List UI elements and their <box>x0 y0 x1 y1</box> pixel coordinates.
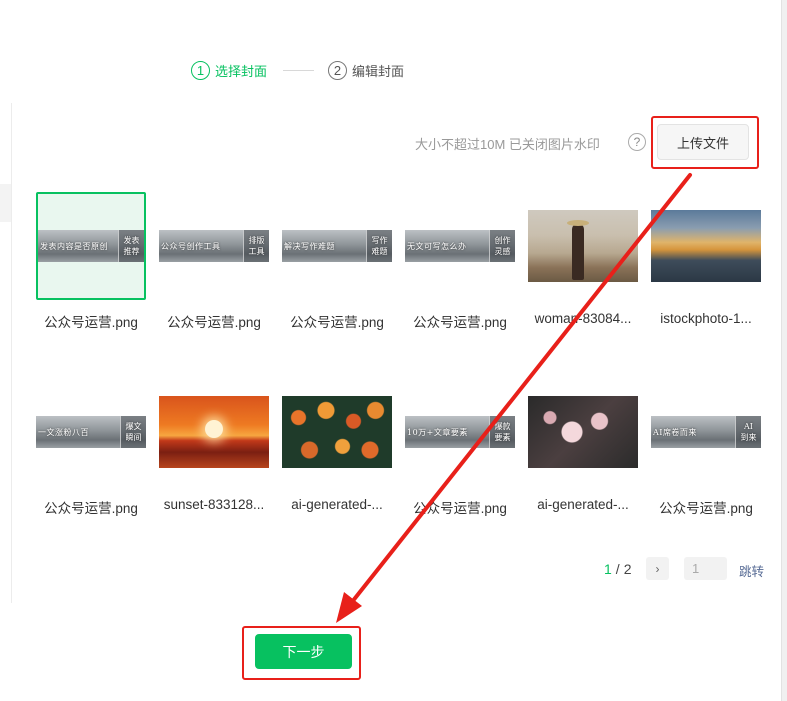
banner-text: 公众号创作工具 <box>161 241 221 251</box>
step-connector <box>283 69 315 71</box>
banner-text: AI席卷而来 <box>653 427 697 437</box>
pagination: 1 / 2 <box>604 557 631 581</box>
thumbnail-frame[interactable]: 解决写作难题 写作难题 <box>282 192 392 300</box>
banner-side-label: 爆文 瞬间 <box>120 416 146 448</box>
next-step-button[interactable]: 下一步 <box>255 634 352 669</box>
image-filename: 公众号运营.png <box>167 315 261 330</box>
banner-side-line: 灵感 <box>494 247 511 256</box>
banner-side-label: 爆款 要素 <box>489 416 515 448</box>
upload-hint: 大小不超过10M 已关闭图片水印 <box>415 137 600 152</box>
thumbnail-image <box>282 396 392 468</box>
step-indicator: 1 选择封面 2 编辑封面 <box>191 59 404 81</box>
help-icon[interactable]: ? <box>628 133 646 151</box>
current-page: 1 <box>604 561 612 577</box>
step-select-cover: 1 选择封面 <box>191 60 268 80</box>
selected-thumbnail-frame[interactable]: 发表内容是否原创 发表 推荐 <box>36 192 146 300</box>
banner-side-label: 排版 工具 <box>243 230 269 262</box>
step-number-icon: 1 <box>191 60 210 80</box>
step-number-icon: 2 <box>328 60 348 80</box>
thumbnail-frame[interactable] <box>282 378 392 486</box>
thumbnail-image <box>528 210 638 282</box>
image-filename: sunset-833128... <box>163 497 265 512</box>
image-filename: 公众号运营.png <box>44 501 138 516</box>
image-tile[interactable]: istockphoto-1... <box>651 192 761 331</box>
step-edit-cover: 2 编辑封面 <box>328 60 405 80</box>
image-tile[interactable]: AI席卷而来 AI 到来公众号运营.png <box>651 378 761 517</box>
step-label: 选择封面 <box>215 63 268 79</box>
image-tile[interactable]: ai-generated-... <box>282 378 392 517</box>
banner-side-line: 难题 <box>371 247 388 256</box>
banner-side-label: 发表 推荐 <box>118 230 144 262</box>
scrollbar-track[interactable] <box>781 0 787 701</box>
image-grid: 发表内容是否原创 发表 推荐 公众号运营.png 公众号创作工具 排版 工具 公众号运营.pn… <box>36 192 761 517</box>
image-tile[interactable]: 无文可写怎么办 创作灵感公众号运营.png <box>405 192 515 331</box>
upload-file-button[interactable]: 上传文件 <box>657 124 749 160</box>
thumbnail-image: 无文可写怎么办 创作灵感 <box>405 230 515 262</box>
banner-text: 无文可写怎么办 <box>407 241 467 251</box>
thumbnail-frame[interactable]: 10万+文章要素 爆款要素 <box>405 378 515 486</box>
side-panel-edge <box>0 184 11 222</box>
page-separator: / <box>615 561 620 577</box>
banner-side-line: 工具 <box>248 247 265 256</box>
image-filename: ai-generated-... <box>537 497 629 512</box>
banner-side-line: 爆文 <box>125 422 142 431</box>
thumbnail-image: 10万+文章要素 爆款要素 <box>405 416 515 448</box>
banner-side-line: 排版 <box>248 236 265 245</box>
image-tile[interactable]: 解决写作难题 写作难题公众号运营.png <box>282 192 392 331</box>
image-filename: 公众号运营.png <box>413 315 507 330</box>
image-tile[interactable]: 发表内容是否原创 发表 推荐 公众号运营.png <box>36 192 146 331</box>
thumbnail-frame[interactable] <box>528 192 638 300</box>
image-tile[interactable]: 10万+文章要素 爆款要素公众号运营.png <box>405 378 515 517</box>
banner-side-label: AI 到来 <box>735 416 761 448</box>
thumbnail-frame[interactable] <box>651 192 761 300</box>
image-filename: istockphoto-1... <box>660 311 752 326</box>
step-label: 编辑封面 <box>352 63 405 79</box>
thumbnail-image <box>159 396 269 468</box>
banner-text: 解决写作难题 <box>284 241 335 251</box>
image-filename: woman-83084... <box>534 311 632 326</box>
divider <box>11 103 12 603</box>
thumbnail-frame[interactable]: AI席卷而来 AI 到来 <box>651 378 761 486</box>
image-filename: ai-generated-... <box>291 497 383 512</box>
image-tile[interactable]: ai-generated-... <box>528 378 638 517</box>
page-number-input[interactable] <box>684 557 727 580</box>
thumbnail-image: AI席卷而来 AI 到来 <box>651 416 761 448</box>
image-filename: 公众号运营.png <box>659 501 753 516</box>
image-tile[interactable]: 公众号创作工具 排版工具公众号运营.png <box>159 192 269 331</box>
thumbnail-frame[interactable]: 一文涨粉八百 爆文瞬间 <box>36 378 146 486</box>
next-page-icon[interactable]: › <box>646 557 669 580</box>
banner-side-line: 写作 <box>371 236 388 245</box>
thumbnail-frame[interactable] <box>159 378 269 486</box>
image-tile[interactable]: woman-83084... <box>528 192 638 331</box>
image-filename: 公众号运营.png <box>44 315 138 330</box>
thumbnail-image <box>528 396 638 468</box>
thumbnail-image: 公众号创作工具 排版工具 <box>159 230 269 262</box>
banner-side-label: 创作 灵感 <box>489 230 515 262</box>
image-filename: 公众号运营.png <box>413 501 507 516</box>
banner-side-label: 写作 难题 <box>366 230 392 262</box>
banner-text: 发表内容是否原创 <box>40 241 108 251</box>
thumbnail-frame[interactable]: 无文可写怎么办 创作灵感 <box>405 192 515 300</box>
thumbnail-frame[interactable]: 公众号创作工具 排版工具 <box>159 192 269 300</box>
banner-side-line: 到来 <box>740 433 757 442</box>
banner-side-line: 发表 <box>123 236 140 245</box>
banner-side-line: 爆款 <box>494 422 511 431</box>
banner-side-line: 推荐 <box>123 247 140 256</box>
banner-text: 一文涨粉八百 <box>38 427 89 437</box>
banner-side-line: 创作 <box>494 236 511 245</box>
thumbnail-image: 发表内容是否原创 发表 推荐 <box>38 230 144 262</box>
thumbnail-image <box>651 210 761 282</box>
thumbnail-frame[interactable] <box>528 378 638 486</box>
banner-side-line: 要素 <box>494 433 511 442</box>
jump-link[interactable]: 跳转 <box>739 561 764 580</box>
banner-text: 10万+文章要素 <box>407 427 468 437</box>
banner-side-line: 瞬间 <box>125 433 142 442</box>
image-tile[interactable]: 一文涨粉八百 爆文瞬间公众号运营.png <box>36 378 146 517</box>
image-tile[interactable]: sunset-833128... <box>159 378 269 517</box>
image-filename: 公众号运营.png <box>290 315 384 330</box>
thumbnail-image: 一文涨粉八百 爆文瞬间 <box>36 416 146 448</box>
total-pages: 2 <box>623 561 632 577</box>
banner-side-line: AI <box>744 422 753 431</box>
thumbnail-image: 解决写作难题 写作难题 <box>282 230 392 262</box>
